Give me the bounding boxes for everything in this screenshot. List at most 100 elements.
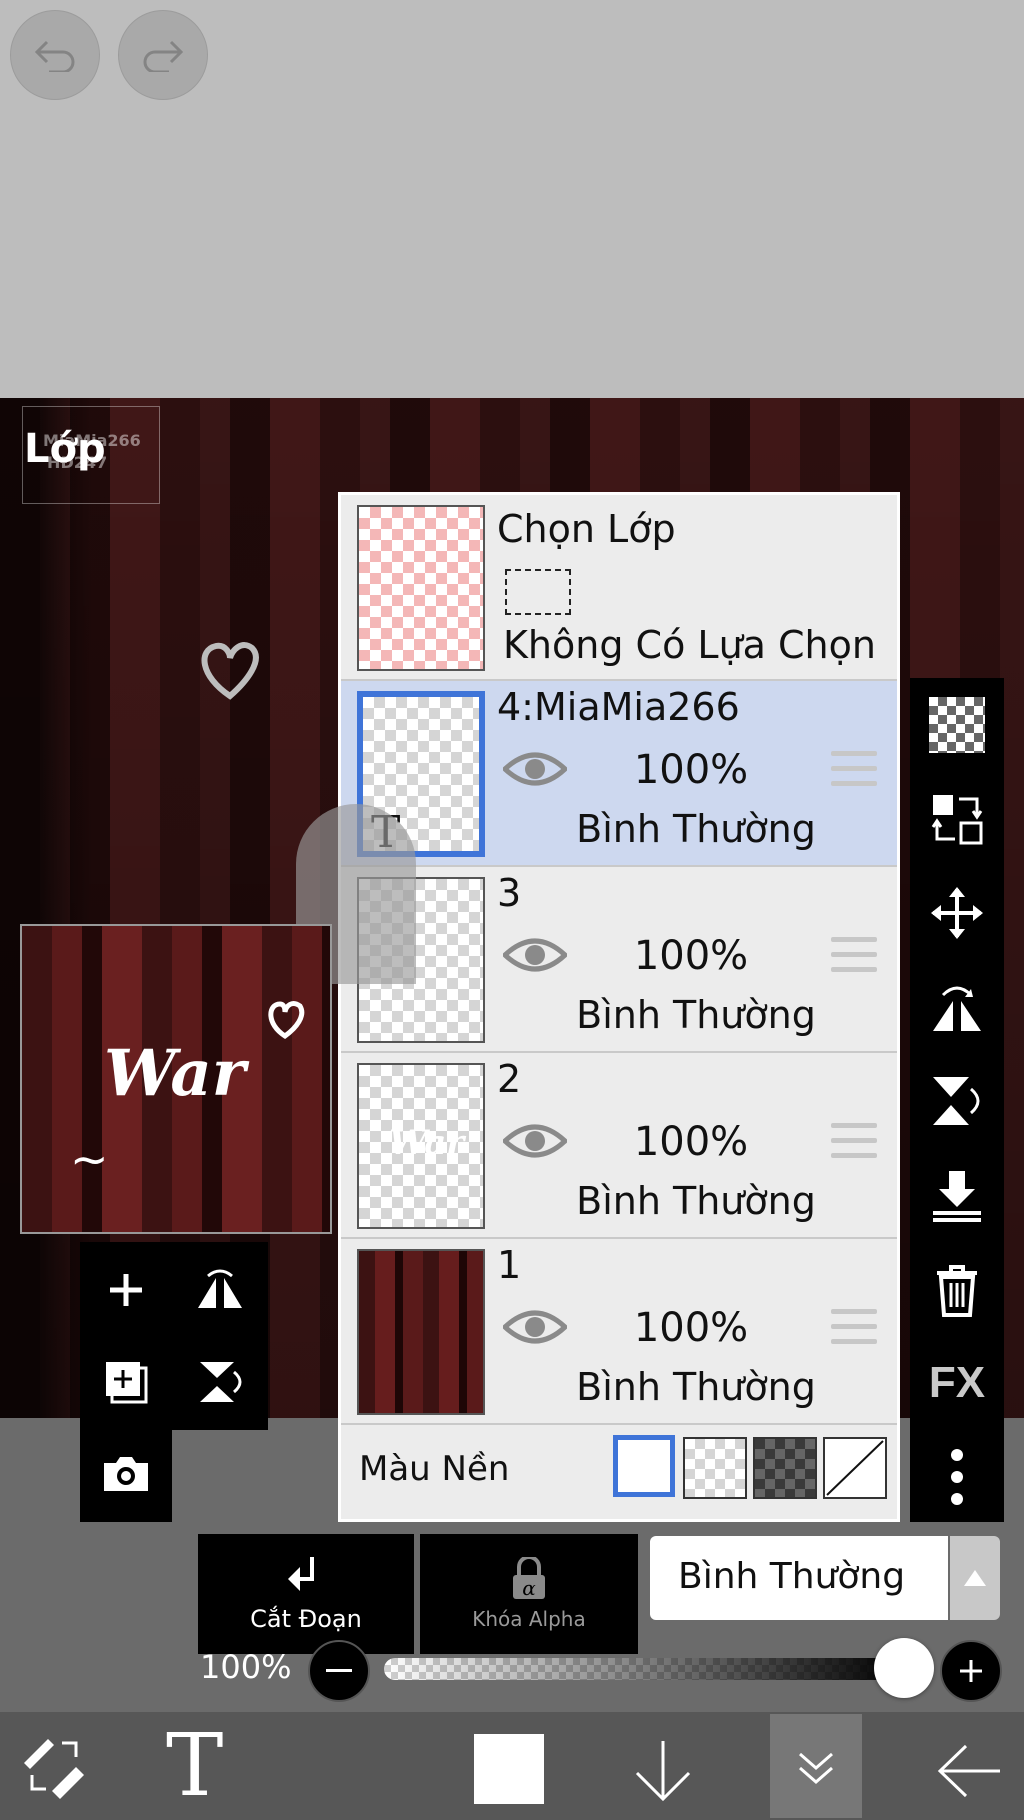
redo-button[interactable] <box>118 10 208 100</box>
drag-handle-icon[interactable] <box>831 1309 877 1347</box>
tool-transform-button[interactable] <box>14 1732 94 1800</box>
selection-marquee-icon <box>505 569 571 615</box>
selection-layer-title: Chọn Lớp <box>497 507 676 551</box>
visibility-eye-icon[interactable] <box>503 1307 567 1347</box>
chevron-double-down-icon <box>799 1752 833 1784</box>
layer-row-4[interactable]: T 4:MiaMia266 100% Bình Thường <box>341 681 897 867</box>
layer-name: 1 <box>497 1243 522 1287</box>
undo-icon <box>34 40 75 72</box>
selection-layer-thumbnail <box>357 505 485 671</box>
flip-horizontal-icon <box>198 1269 242 1308</box>
layer-row-1[interactable]: 1 100% Bình Thường <box>341 1239 897 1425</box>
flip-vertical-button[interactable] <box>910 1056 1004 1146</box>
visibility-eye-icon[interactable] <box>503 1121 567 1161</box>
bg-option-checker[interactable] <box>683 1437 747 1499</box>
arrow-left-icon <box>937 1744 1000 1798</box>
blend-mode-dropdown-button[interactable] <box>950 1536 1000 1620</box>
transform-tool-icon <box>24 1739 84 1799</box>
triangle-up-icon <box>964 1570 986 1586</box>
redo-icon <box>143 40 184 72</box>
flip-vertical-icon <box>200 1362 242 1402</box>
layer-name: 4:MiaMia266 <box>497 685 740 729</box>
lock-alpha-icon: α <box>513 1557 545 1600</box>
layer-name: 3 <box>497 871 522 915</box>
swap-layers-button[interactable] <box>910 774 1004 864</box>
merge-down-icon <box>933 1171 981 1222</box>
layer-opacity: 100% <box>633 1305 749 1351</box>
more-options-button[interactable] <box>910 1432 1004 1522</box>
clipping-label: Cắt Đoạn <box>250 1605 362 1633</box>
background-color-row: Màu Nền <box>341 1425 897 1519</box>
alpha-lock-button[interactable]: α Khóa Alpha <box>420 1534 638 1654</box>
transparent-fill-button[interactable] <box>910 680 1004 770</box>
layer-opacity: 100% <box>633 747 749 793</box>
layer-1-thumbnail <box>357 1249 485 1415</box>
drag-handle-icon[interactable] <box>831 751 877 789</box>
undo-button[interactable] <box>10 10 100 100</box>
flip-layer-horizontal-button[interactable] <box>190 1262 250 1318</box>
delete-layer-button[interactable] <box>910 1244 1004 1334</box>
camera-import-button[interactable] <box>96 1446 156 1502</box>
visibility-eye-icon[interactable] <box>503 749 567 789</box>
drag-handle-icon[interactable] <box>831 1123 877 1161</box>
opacity-slider-thumb[interactable] <box>874 1638 934 1698</box>
layer-2-thumb-text: War <box>389 1123 465 1163</box>
opacity-value: 100% <box>200 1648 292 1686</box>
preview-heart-doodle <box>268 1001 305 1040</box>
bottom-toolbar: T <box>0 1712 1024 1820</box>
blend-mode-value: Bình Thường <box>678 1556 906 1597</box>
svg-text:α: α <box>522 1576 536 1600</box>
flip-horizontal-button[interactable] <box>910 962 1004 1052</box>
heart-doodle <box>201 642 259 700</box>
layer-opacity: 100% <box>633 933 749 979</box>
panel-title: Lớp <box>24 426 106 472</box>
drag-handle-icon[interactable] <box>831 937 877 975</box>
fx-button[interactable]: FX <box>910 1338 1004 1428</box>
blend-mode-select[interactable]: Bình Thường <box>650 1536 948 1620</box>
clip-arrow-icon <box>288 1557 314 1591</box>
trash-icon <box>937 1265 977 1317</box>
camera-icon <box>104 1457 148 1491</box>
right-toolbar: FX <box>910 678 1004 1522</box>
visibility-eye-icon[interactable] <box>503 935 567 975</box>
move-down-button[interactable] <box>628 1736 698 1806</box>
no-background-icon <box>826 1440 884 1496</box>
canvas-preview: War ~ <box>20 924 332 1234</box>
opacity-decrease-button[interactable] <box>308 1640 370 1702</box>
layer-blend-mode: Bình Thường <box>576 807 816 851</box>
layer-2-thumbnail: War <box>357 1063 485 1229</box>
more-vertical-icon <box>951 1449 963 1505</box>
layer-blend-mode: Bình Thường <box>576 1179 816 1223</box>
layer-panel: Chọn Lớp Không Có Lựa Chọn T 4:MiaMia266… <box>338 492 900 1522</box>
selection-layer-status: Không Có Lựa Chọn <box>503 623 876 667</box>
selection-layer-row[interactable]: Chọn Lớp Không Có Lựa Chọn <box>341 495 897 681</box>
bg-option-white[interactable] <box>613 1435 675 1497</box>
bg-option-none[interactable] <box>823 1437 887 1499</box>
back-button[interactable] <box>934 1736 1004 1806</box>
alpha-lock-label: Khóa Alpha <box>472 1607 586 1631</box>
swap-icon <box>931 795 983 845</box>
text-tool-button[interactable]: T <box>166 1723 223 1809</box>
layer-blend-mode: Bình Thường <box>576 1365 816 1409</box>
checker-icon <box>929 697 985 753</box>
duplicate-layer-button[interactable] <box>96 1354 156 1410</box>
layer-row-3[interactable]: 3 100% Bình Thường <box>341 867 897 1053</box>
flip-layer-vertical-button[interactable] <box>190 1354 250 1410</box>
layer-blend-mode: Bình Thường <box>576 993 816 1037</box>
bg-option-dark-checker[interactable] <box>753 1437 817 1499</box>
opacity-slider-track[interactable] <box>384 1658 904 1680</box>
layer-name: 2 <box>497 1057 522 1101</box>
layer-row-2[interactable]: War 2 100% Bình Thường <box>341 1053 897 1239</box>
flip-horizontal-icon <box>933 986 981 1031</box>
merge-down-button[interactable] <box>910 1150 1004 1240</box>
opacity-increase-button[interactable] <box>940 1640 1002 1702</box>
move-icon <box>931 887 983 939</box>
preview-text: War <box>104 1036 246 1111</box>
clipping-button[interactable]: Cắt Đoạn <box>198 1534 414 1654</box>
layers-panel-toggle-button[interactable] <box>770 1714 862 1818</box>
color-swatch-button[interactable] <box>474 1734 544 1804</box>
move-button[interactable] <box>910 868 1004 958</box>
add-layer-button[interactable] <box>96 1262 156 1318</box>
copy-layer-icon <box>106 1362 148 1404</box>
minus-icon <box>326 1669 352 1672</box>
